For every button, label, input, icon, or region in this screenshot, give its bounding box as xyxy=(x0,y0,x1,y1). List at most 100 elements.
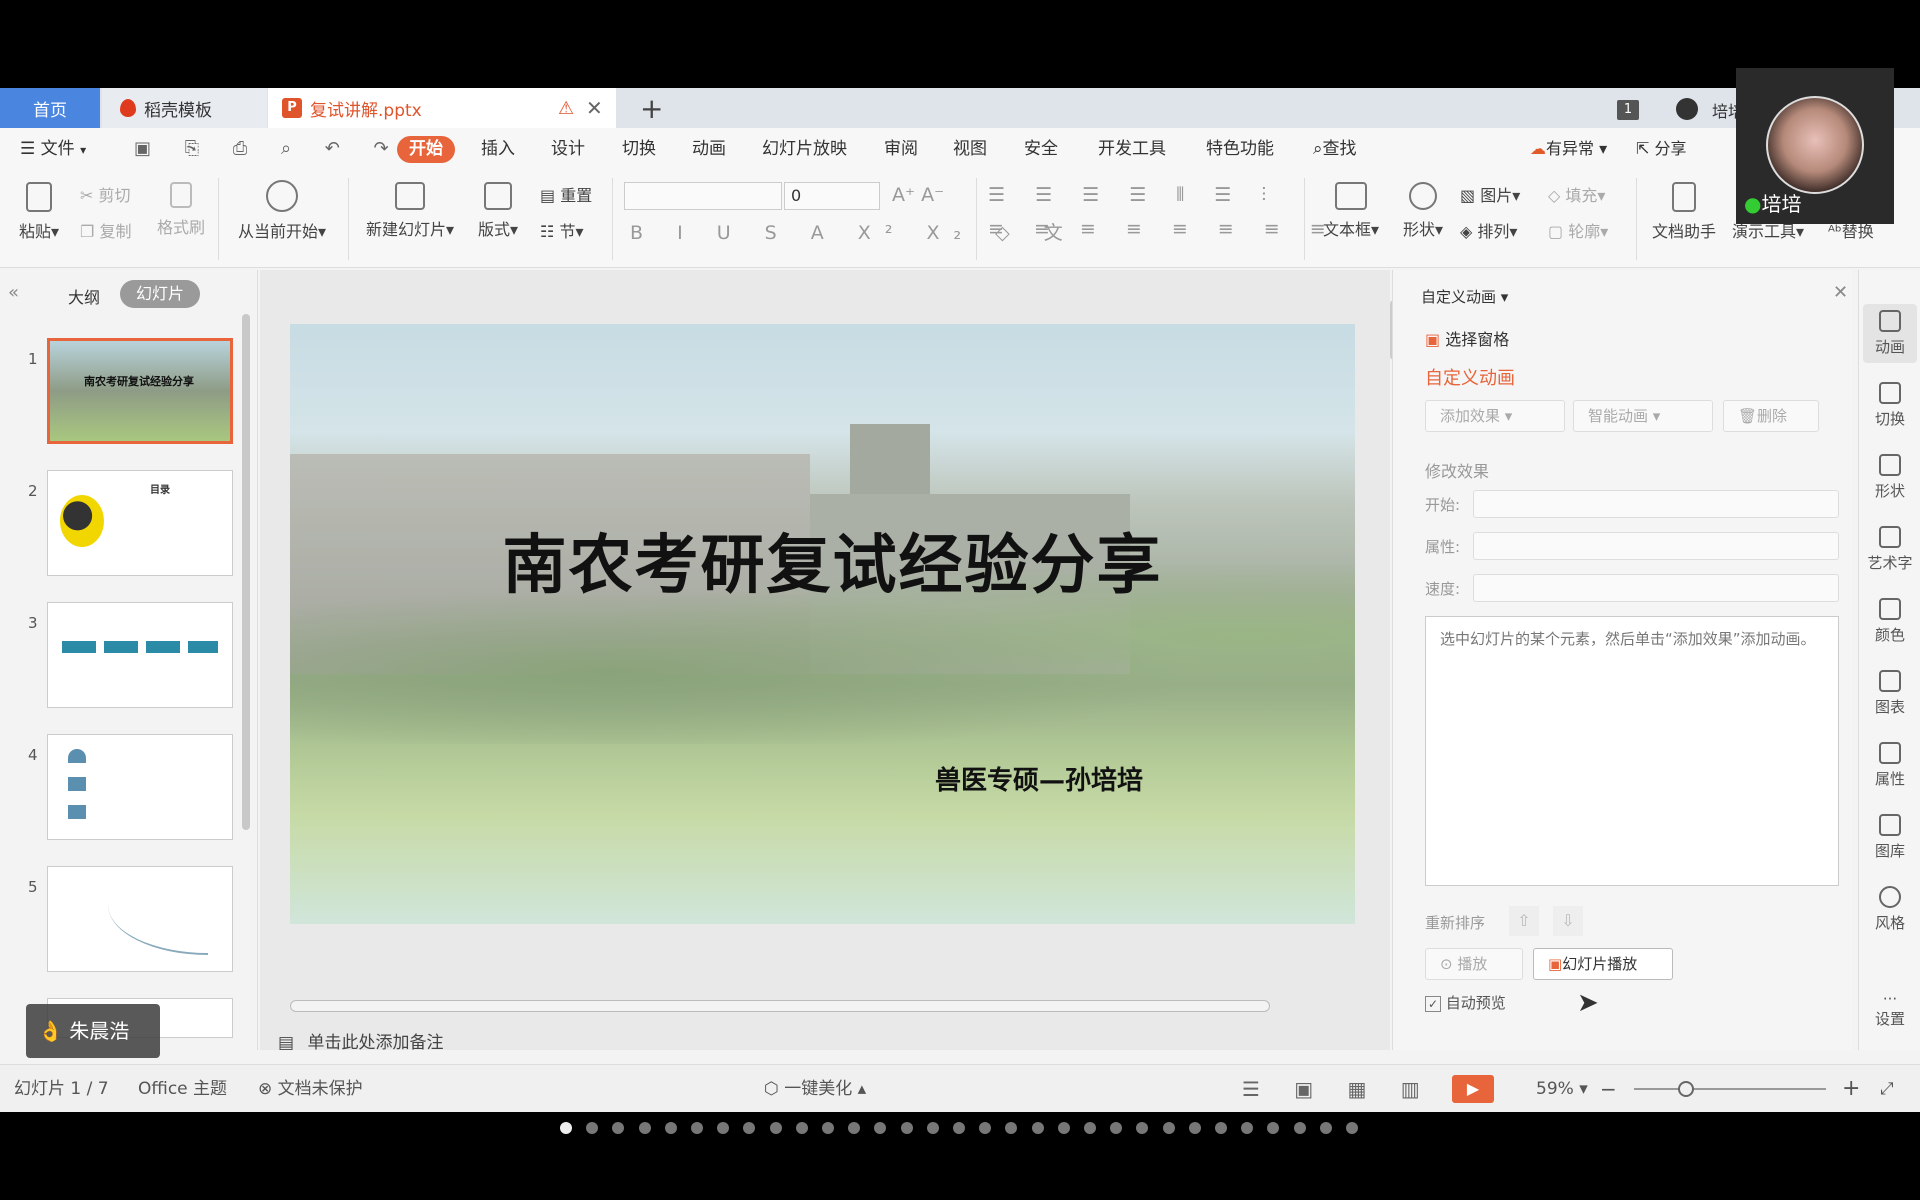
slides-tab[interactable]: 幻灯片 xyxy=(120,280,200,308)
slide-thumbnail-2[interactable]: 目录 xyxy=(47,470,233,576)
play-from-current-button[interactable]: 从当前开始▾ xyxy=(232,180,332,242)
sidebar-color[interactable]: 颜色 xyxy=(1863,598,1917,645)
font-grow-icon[interactable]: A⁺ A⁻ xyxy=(892,184,944,206)
page-dot[interactable] xyxy=(1005,1122,1018,1134)
page-dot[interactable] xyxy=(691,1122,703,1134)
doc-assistant-button[interactable]: 文档助手 xyxy=(1648,182,1720,242)
tab-count-badge[interactable]: 1 xyxy=(1617,100,1639,120)
sidebar-chart[interactable]: 图表 xyxy=(1863,670,1917,717)
menu-slideshow[interactable]: 幻灯片放映 xyxy=(762,128,847,170)
animation-list[interactable]: 选中幻灯片的某个元素，然后单击“添加效果”添加动画。 xyxy=(1425,616,1839,886)
thumbnail-scrollbar[interactable] xyxy=(242,314,250,830)
textbox-button[interactable]: 文本框▾ xyxy=(1318,182,1384,240)
page-dot[interactable] xyxy=(1110,1122,1123,1134)
menu-animation[interactable]: 动画 xyxy=(692,128,726,170)
start-select[interactable] xyxy=(1473,490,1839,518)
slideshow-play-button[interactable]: ▶ xyxy=(1452,1075,1494,1103)
close-tab-icon[interactable]: ✕ xyxy=(586,96,603,120)
user-avatar[interactable] xyxy=(1676,98,1698,120)
page-dot[interactable] xyxy=(1319,1122,1332,1134)
page-dot[interactable] xyxy=(1215,1122,1227,1134)
smart-animation-button[interactable]: 智能动画 ▾ xyxy=(1573,400,1713,432)
sidebar-animation[interactable]: 动画 xyxy=(1863,304,1917,363)
page-dot[interactable] xyxy=(1136,1122,1149,1134)
sidebar-property[interactable]: 属性 xyxy=(1863,742,1917,789)
horizontal-scrollbar[interactable] xyxy=(290,1000,1270,1012)
menu-security[interactable]: 安全 xyxy=(1024,128,1058,170)
zoom-slider[interactable] xyxy=(1634,1088,1826,1090)
share-button[interactable]: ⇱ 分享 xyxy=(1636,128,1687,170)
close-panel-icon[interactable]: ✕ xyxy=(1833,282,1848,303)
new-slide-button[interactable]: 新建幻灯片▾ xyxy=(362,182,458,240)
font-family-select[interactable] xyxy=(624,182,782,210)
page-dot[interactable] xyxy=(586,1122,599,1134)
theme-name[interactable]: Office 主题 xyxy=(138,1065,227,1112)
arrange-button[interactable]: ◈ 排列▾ xyxy=(1460,218,1517,242)
page-dot[interactable] xyxy=(1346,1122,1358,1134)
fill-button[interactable]: ◇ 填充▾ xyxy=(1548,182,1605,206)
add-effect-button[interactable]: 添加效果 ▾ xyxy=(1425,400,1565,432)
page-dot[interactable] xyxy=(953,1122,965,1134)
slide-thumbnail-1[interactable]: 南农考研复试经验分享 xyxy=(47,338,233,444)
font-size-select[interactable]: 0 xyxy=(784,182,880,210)
list-buttons[interactable]: ☰ ☰ ☰ ☰ ⫴ ☰ ⫶ xyxy=(988,184,1278,206)
layout-button[interactable]: 版式▾ xyxy=(474,182,522,240)
slide-subtitle[interactable]: 兽医专硕—孙培培 xyxy=(935,760,1143,797)
menu-developer[interactable]: 开发工具 xyxy=(1098,128,1166,170)
page-dot[interactable] xyxy=(1057,1122,1070,1134)
file-menu[interactable]: ☰ 文件 ▾ xyxy=(20,128,86,170)
menu-review[interactable]: 审阅 xyxy=(884,128,918,170)
reset-button[interactable]: ▤ 重置 xyxy=(540,182,592,206)
zoom-slider-thumb[interactable] xyxy=(1678,1081,1694,1097)
menu-home[interactable]: 开始 xyxy=(397,136,455,163)
page-dot[interactable] xyxy=(743,1122,756,1134)
abnormal-status[interactable]: ☁有异常 ▾ xyxy=(1530,128,1607,170)
fit-window-icon[interactable]: ⤢ xyxy=(1880,1065,1894,1112)
slide-thumbnail-4[interactable] xyxy=(47,734,233,840)
menu-insert[interactable]: 插入 xyxy=(481,128,515,170)
property-select[interactable] xyxy=(1473,532,1839,560)
auto-preview-checkbox[interactable]: ✓ 自动预览 xyxy=(1425,992,1506,1013)
sidebar-shape[interactable]: 形状 xyxy=(1863,454,1917,501)
page-dot[interactable] xyxy=(822,1122,834,1134)
sidebar-style[interactable]: 风格 xyxy=(1863,886,1917,933)
new-tab-button[interactable]: + xyxy=(640,92,663,125)
sidebar-gallery[interactable]: 图库 xyxy=(1863,814,1917,861)
page-dot[interactable] xyxy=(717,1122,730,1134)
protect-status[interactable]: ⊗ 文档未保护 xyxy=(258,1065,363,1112)
zoom-in-button[interactable]: + xyxy=(1842,1065,1860,1112)
outline-tab[interactable]: 大纲 xyxy=(68,284,100,308)
sidebar-transition[interactable]: 切换 xyxy=(1863,382,1917,429)
delete-button[interactable]: 🗑删除 xyxy=(1723,400,1819,432)
page-dot[interactable] xyxy=(1241,1122,1254,1134)
page-dot[interactable] xyxy=(612,1122,625,1134)
page-dot[interactable] xyxy=(926,1122,939,1134)
tab-daoke[interactable]: 稻壳模板 xyxy=(102,88,267,128)
tab-document[interactable]: P 复试讲解.pptx ⚠ ✕ xyxy=(268,88,616,128)
menu-features[interactable]: 特色功能 xyxy=(1206,128,1274,170)
outline-button[interactable]: ▢ 轮廓▾ xyxy=(1548,218,1608,242)
slideshow-button[interactable]: ▣幻灯片播放 xyxy=(1533,948,1673,980)
page-dot[interactable] xyxy=(900,1122,913,1134)
page-dot[interactable] xyxy=(769,1122,782,1134)
warning-icon[interactable]: ⚠ xyxy=(558,98,574,119)
view-buttons[interactable]: ☰ ▣ ▦ ▥ ◎ xyxy=(1242,1065,1486,1112)
move-up-icon[interactable]: ⇧ xyxy=(1509,906,1539,936)
page-dot[interactable] xyxy=(638,1122,651,1134)
picture-button[interactable]: ▧ 图片▾ xyxy=(1460,182,1520,206)
section-button[interactable]: ☷ 节▾ xyxy=(540,218,583,242)
select-pane-button[interactable]: ▣ 选择窗格 xyxy=(1425,326,1509,350)
notes-area[interactable]: ▤ 单击此处添加备注 xyxy=(270,1028,1390,1053)
cut-button[interactable]: ✂ 剪切 xyxy=(80,182,131,206)
panel-title[interactable]: 自定义动画 ▾ xyxy=(1421,286,1508,307)
search-button[interactable]: ⌕查找 xyxy=(1313,128,1357,170)
page-dot[interactable] xyxy=(1293,1122,1306,1134)
slide-thumbnail-3[interactable] xyxy=(47,602,233,708)
slide-title[interactable]: 南农考研复试经验分享 xyxy=(290,514,1355,606)
zoom-out-button[interactable]: − xyxy=(1600,1065,1617,1112)
menu-view[interactable]: 视图 xyxy=(953,128,987,170)
page-dot[interactable] xyxy=(664,1122,677,1134)
page-dot[interactable] xyxy=(874,1122,887,1134)
sidebar-settings[interactable]: ··· 设置 xyxy=(1863,990,1917,1029)
sidebar-wordart[interactable]: 艺术字 xyxy=(1863,526,1917,573)
